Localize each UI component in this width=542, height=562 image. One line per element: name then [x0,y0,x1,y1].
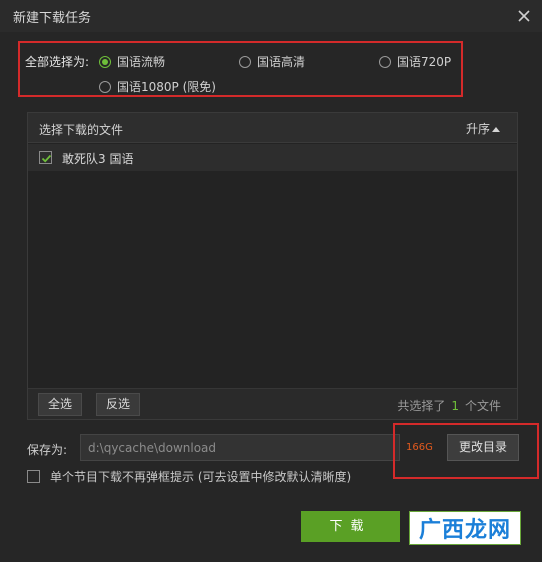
no-popup-option[interactable]: 单个节目下载不再弹框提示 (可去设置中修改默认清晰度) [27,468,351,485]
radio-selected-icon [99,55,111,68]
close-button[interactable] [514,6,534,26]
close-icon [518,10,530,22]
save-path-field[interactable]: d:\qycache\download [80,434,400,461]
selection-summary: 共选择了 1 个文件 [397,397,501,414]
radio-label: 国语流畅 [117,55,166,69]
sort-label: 升序 [465,122,490,136]
selection-count: 1 [451,399,459,413]
site-watermark-logo: 广西龙网 [409,511,521,545]
change-directory-button[interactable]: 更改目录 [447,434,519,461]
file-list-header: 选择下载的文件 升序 [28,113,517,143]
radio-quality-720p[interactable]: 国语720P [379,53,451,70]
save-to-label: 保存为: [27,443,68,457]
selection-summary-suffix: 个文件 [464,399,501,413]
checkmark-icon [41,154,52,163]
dialog-title: 新建下载任务 [13,11,92,26]
radio-quality-1080p[interactable]: 国语1080P (限免) [99,78,216,95]
radio-unselected-icon [239,55,251,68]
free-space-value: 166G [406,442,433,453]
file-item-name: 敢死队3 国语 [62,152,134,166]
radio-label: 国语720P [397,55,452,69]
quality-select-all-label: 全部选择为: [25,55,90,69]
radio-unselected-icon [379,55,391,68]
file-list-footer: 全选 反选 共选择了 1 个文件 [28,388,517,419]
selection-summary-prefix: 共选择了 [397,399,446,413]
file-item-checkbox[interactable] [39,151,52,164]
no-popup-label: 单个节目下载不再弹框提示 (可去设置中修改默认清晰度) [50,470,352,484]
no-popup-checkbox[interactable] [27,470,40,483]
invert-selection-button[interactable]: 反选 [96,393,141,416]
select-all-button[interactable]: 全选 [38,393,83,416]
radio-quality-smooth[interactable]: 国语流畅 [99,53,165,70]
radio-quality-hd[interactable]: 国语高清 [239,53,305,70]
radio-label: 国语高清 [257,55,306,69]
download-button[interactable]: 下载 [301,511,400,542]
file-list-item[interactable]: 敢死队3 国语 [28,144,517,171]
radio-unselected-icon [99,80,111,93]
sort-ascending-button[interactable]: 升序 [466,120,500,137]
radio-label: 国语1080P (限免) [117,80,216,94]
file-list-panel: 选择下载的文件 升序 敢死队3 国语 全选 反选 共选择了 1 个文件 [27,112,518,420]
file-list-header-label: 选择下载的文件 [39,123,124,137]
new-download-dialog: 新建下载任务 全部选择为: 国语流畅 国语高清 国语720P 国语1080P (… [0,0,542,562]
sort-up-icon [492,127,500,132]
title-bar: 新建下载任务 [0,0,542,32]
